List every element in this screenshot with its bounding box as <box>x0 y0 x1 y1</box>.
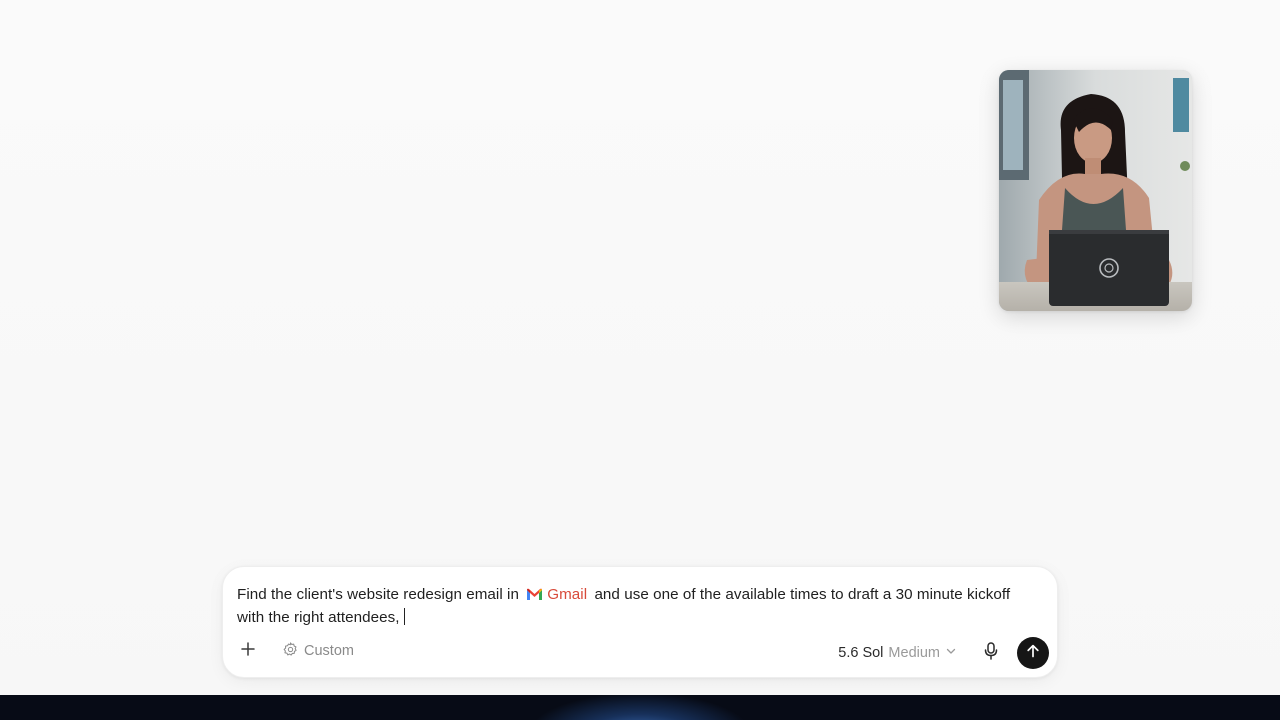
arrow-up-icon <box>1026 644 1040 663</box>
model-selector[interactable]: 5.6 Sol Medium <box>838 645 957 661</box>
plus-icon <box>241 641 255 661</box>
prompt-input[interactable]: Find the client's website redesign email… <box>237 583 1037 629</box>
custom-mode-button[interactable]: Custom <box>283 641 354 661</box>
gmail-mention-label: Gmail <box>547 586 588 603</box>
add-attachment-button[interactable] <box>237 640 259 662</box>
gmail-icon <box>526 583 543 606</box>
composer-left-toolbar: Custom <box>237 639 354 663</box>
text-caret <box>403 608 405 625</box>
prompt-composer[interactable]: Find the client's website redesign email… <box>222 566 1058 678</box>
app-canvas: Find the client's website redesign email… <box>0 0 1280 720</box>
model-name: 5.6 Sol <box>838 645 884 661</box>
gmail-mention-chip[interactable]: Gmail <box>526 583 587 606</box>
custom-mode-label: Custom <box>304 643 354 659</box>
presenter-video-frame <box>999 70 1192 311</box>
composer-right-toolbar: 5.6 Sol Medium <box>838 637 1049 669</box>
video-preview-tile <box>999 70 1192 311</box>
model-effort-level: Medium <box>888 645 940 661</box>
settings-gear-icon <box>283 641 298 661</box>
chevron-down-icon <box>945 645 957 661</box>
voice-input-button[interactable] <box>979 641 1003 665</box>
microphone-icon <box>984 641 998 665</box>
send-button[interactable] <box>1017 637 1049 669</box>
desktop-wallpaper-strip <box>0 695 1280 720</box>
prompt-text-before: Find the client's website redesign email… <box>237 586 519 603</box>
